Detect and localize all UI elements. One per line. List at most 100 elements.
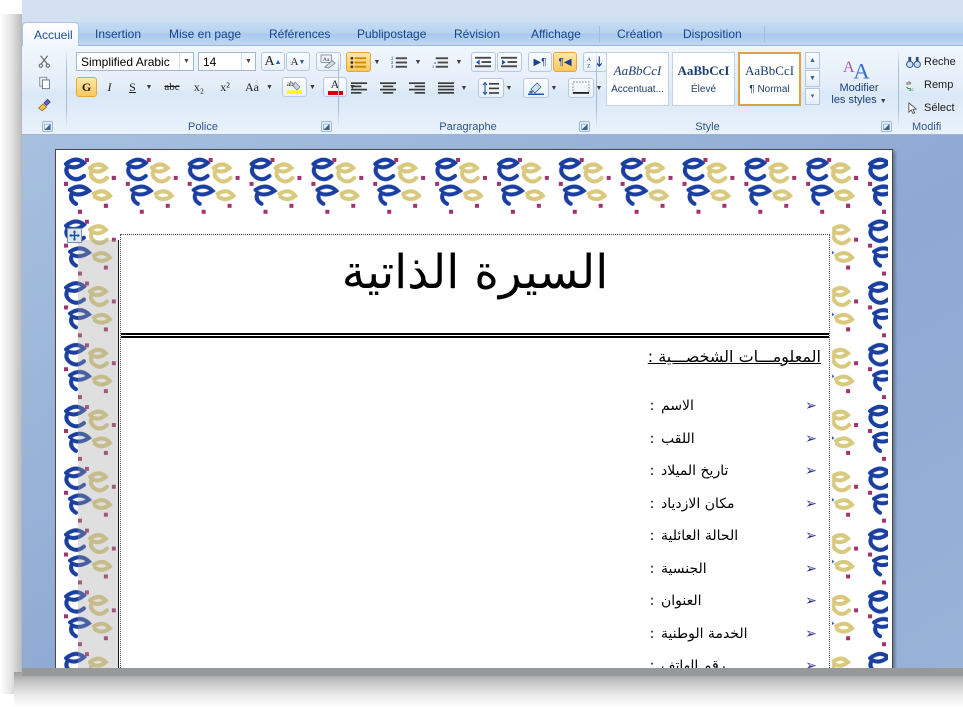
rtl-paragraph-button[interactable]: ¶◀ xyxy=(553,52,577,72)
align-left-button[interactable] xyxy=(346,78,372,98)
select-button[interactable]: Sélect xyxy=(906,98,955,118)
style-dialog-launcher[interactable]: ◪ xyxy=(881,121,892,132)
align-right-icon xyxy=(408,82,425,94)
page-text-area[interactable]: السيرة الذاتية المعلومـــات الشخصـــية :… xyxy=(120,234,830,676)
change-styles-button[interactable]: A A Modifier les styles ▼ xyxy=(828,50,890,112)
document-page[interactable]: السيرة الذاتية المعلومـــات الشخصـــية :… xyxy=(55,149,893,676)
tab-creation-label: Création xyxy=(617,27,663,41)
replace-button[interactable]: ab ac Remp xyxy=(906,75,953,95)
bold-button[interactable]: G xyxy=(76,77,97,97)
numbering-dropdown[interactable]: ▼ xyxy=(412,52,424,72)
tab-disposition[interactable]: Disposition xyxy=(672,22,753,46)
change-case-dropdown[interactable]: ▼ xyxy=(264,77,275,97)
document-canvas[interactable]: السيرة الذاتية المعلومـــات الشخصـــية :… xyxy=(22,135,963,676)
bullets-button[interactable] xyxy=(346,52,371,72)
underline-dropdown[interactable]: ▼ xyxy=(143,77,155,97)
align-right-button[interactable] xyxy=(404,78,430,98)
bullet-icon: ➢ xyxy=(805,528,817,545)
style-tile-eleve[interactable]: AaBbCcI Élevé xyxy=(672,52,735,106)
font-name-combo[interactable]: Simplified Arabic ▼ xyxy=(76,52,194,71)
italic-button[interactable]: I xyxy=(99,77,120,97)
shading-icon xyxy=(528,82,544,95)
list-item[interactable]: ➢ تاريخ الميلاد : xyxy=(491,455,821,488)
tab-references-label: Références xyxy=(269,27,331,41)
clipboard-dialog-launcher[interactable]: ◪ xyxy=(42,121,53,132)
list-item[interactable]: ➢ الاسم : xyxy=(491,390,821,423)
style-name-2: ¶ Normal xyxy=(749,84,790,95)
selected-column-strip[interactable] xyxy=(78,240,119,676)
tab-publipostage[interactable]: Publipostage xyxy=(346,22,437,46)
desktop-background: Accueil Insertion Mise en page Référence… xyxy=(0,0,963,707)
list-item[interactable]: ➢ الجنسية : xyxy=(491,553,821,586)
table-move-handle[interactable] xyxy=(67,228,82,243)
copy-button[interactable] xyxy=(34,73,56,93)
svg-text:Aa: Aa xyxy=(323,57,330,63)
style-gallery-scroll-down[interactable]: ▼ xyxy=(805,70,820,87)
multilevel-list-dropdown[interactable]: ▼ xyxy=(453,52,465,72)
tab-separator-1 xyxy=(599,26,600,42)
style-tile-accentuation[interactable]: AaBbCcI Accentuat... xyxy=(606,52,669,106)
paragraph-dialog-launcher[interactable]: ◪ xyxy=(579,121,590,132)
grow-font-button[interactable]: A ▲ xyxy=(261,52,285,71)
font-size-combo[interactable]: 14 ▼ xyxy=(198,52,256,71)
cut-button[interactable] xyxy=(34,51,56,71)
subscript-button[interactable]: x₂ xyxy=(187,77,211,97)
align-center-button[interactable] xyxy=(375,78,401,98)
text-highlight-button[interactable]: ab xyxy=(282,77,307,97)
tab-revision[interactable]: Révision xyxy=(443,22,511,46)
line-spacing-dropdown[interactable]: ▼ xyxy=(503,78,515,98)
title-double-rule xyxy=(121,333,829,338)
list-item[interactable]: ➢ اللقب : xyxy=(491,423,821,456)
font-size-chevron-down-icon[interactable]: ▼ xyxy=(241,53,255,70)
underline-button[interactable]: S xyxy=(122,77,143,97)
tab-mise-en-page[interactable]: Mise en page xyxy=(158,22,252,46)
multilevel-chevron-down-icon: ▼ xyxy=(455,58,463,66)
style-gallery-more[interactable]: ▾ xyxy=(805,88,820,105)
superscript-button[interactable]: x² xyxy=(213,77,237,97)
change-case-button[interactable]: Aa xyxy=(239,77,265,97)
tab-affichage[interactable]: Affichage xyxy=(520,22,592,46)
numbering-button[interactable]: 1 2 3 xyxy=(387,52,412,72)
tab-accueil[interactable]: Accueil xyxy=(22,22,79,47)
list-item[interactable]: ➢ العنوان : xyxy=(491,585,821,618)
ribbon-group-style: AaBbCcI Accentuat... AaBbCcI Élevé AaBbC… xyxy=(600,46,896,134)
style-gallery-scroll-up[interactable]: ▲ xyxy=(805,52,820,69)
list-item[interactable]: ➢ الخدمة الوطنية : xyxy=(491,618,821,651)
shading-dropdown[interactable]: ▼ xyxy=(548,78,560,98)
format-painter-button[interactable] xyxy=(32,95,56,115)
tab-references[interactable]: Références xyxy=(258,22,341,46)
strikethrough-button[interactable]: abc xyxy=(159,77,185,97)
list-item[interactable]: ➢ الحالة العائلية : xyxy=(491,520,821,553)
bullet-icon: ➢ xyxy=(805,463,817,480)
bullets-dropdown[interactable]: ▼ xyxy=(371,52,383,72)
increase-indent-button[interactable] xyxy=(497,52,522,72)
font-name-chevron-down-icon[interactable]: ▼ xyxy=(179,53,193,70)
font-dialog-launcher[interactable]: ◪ xyxy=(321,121,332,132)
decrease-indent-button[interactable] xyxy=(471,52,496,72)
paintbrush-icon xyxy=(38,98,51,111)
shading-button[interactable] xyxy=(523,78,549,98)
tab-insertion[interactable]: Insertion xyxy=(84,22,152,46)
tab-revision-label: Révision xyxy=(454,27,501,41)
tab-mise-en-page-label: Mise en page xyxy=(169,27,242,41)
shrink-font-button[interactable]: A ▼ xyxy=(286,52,310,71)
ltr-paragraph-button[interactable]: ▶¶ xyxy=(528,52,552,72)
list-item[interactable]: ➢ مكان الازدياد : xyxy=(491,488,821,521)
bold-label: G xyxy=(81,79,92,94)
underline-chevron-down-icon: ▼ xyxy=(145,83,153,91)
justify-dropdown[interactable]: ▼ xyxy=(458,78,470,98)
tab-creation[interactable]: Création xyxy=(606,22,673,46)
line-spacing-button[interactable] xyxy=(478,78,504,98)
justify-button[interactable] xyxy=(433,78,459,98)
multilevel-list-button[interactable]: a 1 xyxy=(428,52,453,72)
style-tile-normal[interactable]: AaBbCcI ¶ Normal xyxy=(738,52,801,106)
find-button[interactable]: Reche xyxy=(906,52,956,72)
window-shadow-bottom xyxy=(14,672,963,707)
borders-button[interactable] xyxy=(568,78,594,98)
replace-label: Remp xyxy=(924,79,954,91)
clear-formatting-icon: Aa xyxy=(320,54,336,69)
bullet-icon: ➢ xyxy=(805,495,817,512)
text-highlight-dropdown[interactable]: ▼ xyxy=(307,77,318,97)
justify-chevron-down-icon: ▼ xyxy=(460,84,468,92)
style-sample-2: AaBbCcI xyxy=(744,63,795,78)
